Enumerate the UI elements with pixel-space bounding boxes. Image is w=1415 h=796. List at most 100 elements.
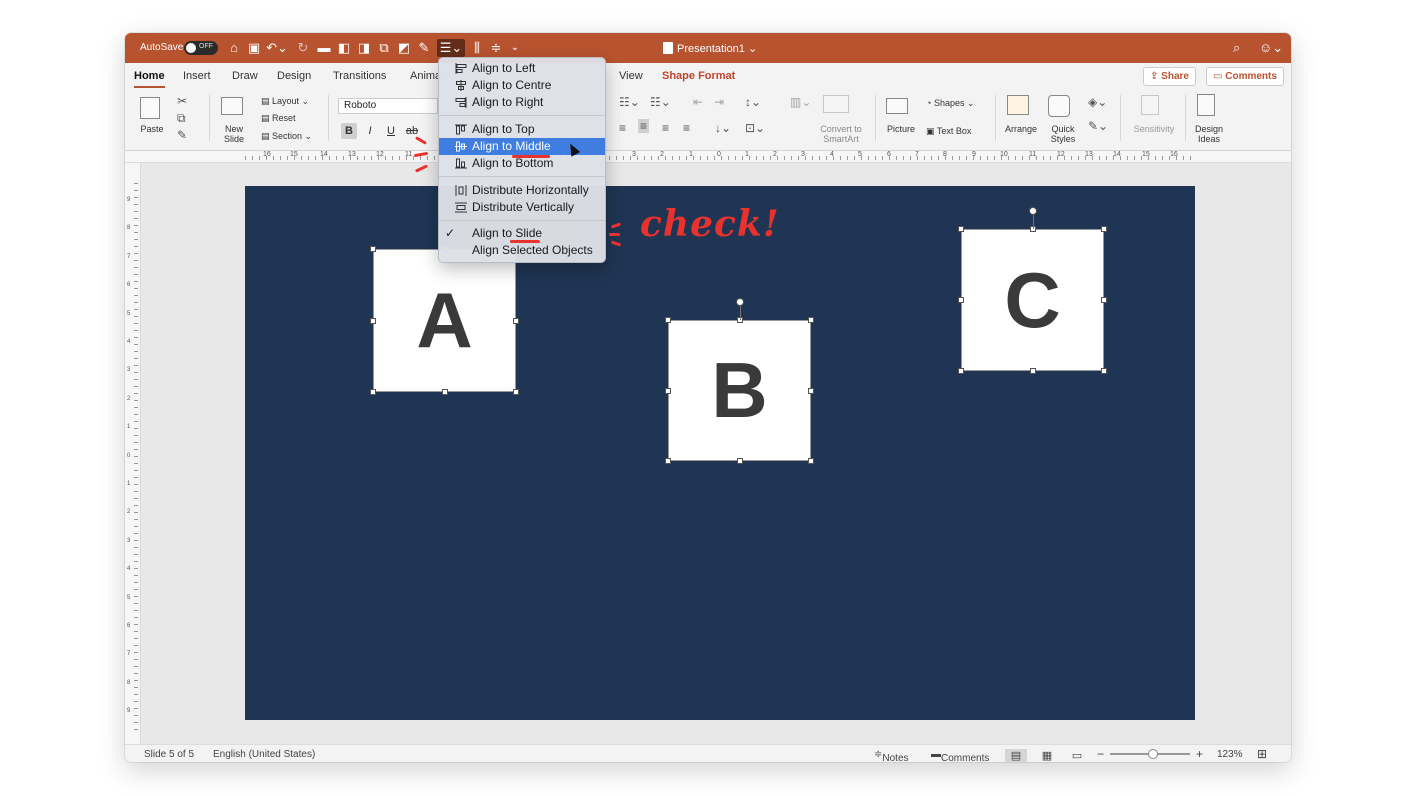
resize-handle[interactable] xyxy=(958,368,964,374)
resize-handle[interactable] xyxy=(808,458,814,464)
rotate-handle[interactable] xyxy=(735,298,744,306)
align-right-text-icon[interactable]: ≡ xyxy=(662,121,669,135)
normal-view-icon[interactable]: ▤ xyxy=(1005,749,1027,762)
menu-item-distribute-vertically[interactable]: Distribute Vertically xyxy=(439,199,605,216)
text-box-button[interactable]: ▣ Text Box xyxy=(926,126,971,136)
underline-button[interactable]: U xyxy=(383,123,399,139)
redo-icon[interactable]: ↻ xyxy=(295,39,311,57)
menu-item-align-left[interactable]: Align to Left xyxy=(439,60,605,77)
presenter-view-icon[interactable]: ▭ xyxy=(1066,749,1088,762)
resize-handle[interactable] xyxy=(665,387,671,394)
paste-icon[interactable] xyxy=(140,97,160,119)
resize-handle[interactable] xyxy=(1101,368,1107,374)
format-painter-icon[interactable]: ✎ xyxy=(177,128,187,142)
fit-to-window-icon[interactable]: ⊞ xyxy=(1257,747,1267,761)
copy-icon[interactable]: ⧉ xyxy=(177,111,186,126)
text-direction-icon[interactable]: ↓⌄ xyxy=(715,121,731,135)
tab-view[interactable]: View xyxy=(619,70,643,82)
resize-handle[interactable] xyxy=(370,246,376,252)
align-icon[interactable]: ☰⌄ xyxy=(437,39,465,57)
home-icon[interactable]: ⌂ xyxy=(226,39,242,57)
increase-indent-icon[interactable]: ⇥ xyxy=(714,95,724,109)
tab-animations[interactable]: Anima xyxy=(410,70,441,82)
resize-handle[interactable] xyxy=(808,317,814,323)
menu-item-align-selected-objects[interactable]: Align Selected Objects xyxy=(439,242,605,259)
rotate-handle[interactable] xyxy=(1028,207,1037,215)
resize-handle[interactable] xyxy=(513,389,519,395)
smiley-icon[interactable]: ☺⌄ xyxy=(1259,40,1283,56)
decrease-indent-icon[interactable]: ⇤ xyxy=(693,95,703,109)
tab-transitions[interactable]: Transitions xyxy=(333,70,386,82)
ungroup-icon[interactable]: ◩ xyxy=(397,39,411,57)
bring-forward-icon[interactable]: ◧ xyxy=(337,39,351,57)
resize-handle[interactable] xyxy=(958,297,964,303)
design-ideas-icon[interactable] xyxy=(1197,94,1215,116)
shape-b[interactable]: B xyxy=(668,320,811,461)
resize-handle[interactable] xyxy=(513,317,519,324)
shapes-button[interactable]: ◔ Shapes ⌄ xyxy=(926,98,975,108)
center-text-icon[interactable]: ≡ xyxy=(638,119,650,133)
picture-icon[interactable] xyxy=(886,98,908,114)
customize-qat-icon[interactable]: ⌄ xyxy=(509,39,521,57)
distribute-icon[interactable]: ⫼ xyxy=(469,39,485,57)
tab-home[interactable]: Home xyxy=(134,70,165,88)
resize-handle[interactable] xyxy=(370,317,376,324)
resize-handle[interactable] xyxy=(1101,297,1107,303)
shape-a[interactable]: A xyxy=(373,249,516,392)
columns-icon[interactable]: ▥⌄ xyxy=(790,95,811,109)
menu-item-align-top[interactable]: Align to Top xyxy=(439,121,605,138)
resize-handle[interactable] xyxy=(1101,226,1107,232)
tab-design[interactable]: Design xyxy=(277,70,311,82)
smartart-icon[interactable] xyxy=(823,95,849,113)
quick-styles-icon[interactable] xyxy=(1048,95,1070,117)
shape-c[interactable]: C xyxy=(961,229,1104,371)
bullets-icon[interactable]: ☷⌄ xyxy=(619,95,640,109)
zoom-in-button[interactable]: + xyxy=(1196,747,1203,761)
shape-outline-icon[interactable]: ✎⌄ xyxy=(1088,119,1108,133)
comments-status-button[interactable]: ▬ Comments xyxy=(931,749,989,762)
resize-handle[interactable] xyxy=(441,389,448,395)
menu-item-align-middle[interactable]: Align to Middle xyxy=(439,138,605,155)
notes-button[interactable]: ≑ Notes xyxy=(874,749,909,762)
tab-insert[interactable]: Insert xyxy=(183,70,211,82)
language-status[interactable]: English (United States) xyxy=(213,749,315,760)
bold-button[interactable]: B xyxy=(341,123,357,139)
search-icon[interactable]: ⌕ xyxy=(1233,40,1240,56)
resize-handle[interactable] xyxy=(665,458,671,464)
group-icon[interactable]: ⧉ xyxy=(377,39,391,57)
font-name-field[interactable]: Roboto xyxy=(338,98,438,114)
layout-button[interactable]: ▤ Layout ⌄ xyxy=(261,96,309,106)
slide-canvas[interactable]: A B C xyxy=(245,186,1195,720)
tab-shape-format[interactable]: Shape Format xyxy=(662,70,735,82)
arrange-icon[interactable] xyxy=(1007,95,1029,115)
resize-handle[interactable] xyxy=(808,387,814,394)
resize-handle[interactable] xyxy=(370,389,376,395)
line-icon[interactable]: ▬ xyxy=(317,39,331,57)
resize-handle[interactable] xyxy=(1029,368,1036,374)
shape-fill-icon[interactable]: ◈⌄ xyxy=(1088,95,1107,109)
resize-handle[interactable] xyxy=(665,317,671,323)
comments-button[interactable]: ▭ Comments xyxy=(1206,67,1284,86)
menu-item-align-right[interactable]: Align to Right xyxy=(439,94,605,111)
zoom-out-button[interactable]: − xyxy=(1097,747,1104,761)
menu-item-align-centre[interactable]: Align to Centre xyxy=(439,77,605,94)
align-left-text-icon[interactable]: ≡ xyxy=(619,121,626,135)
menu-item-distribute-horizontally[interactable]: Distribute Horizontally xyxy=(439,182,605,199)
cut-icon[interactable]: ✂ xyxy=(177,94,187,108)
justify-icon[interactable]: ≡ xyxy=(683,121,690,135)
resize-handle[interactable] xyxy=(736,458,743,464)
new-slide-icon[interactable] xyxy=(221,97,243,115)
sensitivity-icon[interactable] xyxy=(1141,95,1159,115)
line-spacing-icon[interactable]: ↕⌄ xyxy=(745,95,761,109)
section-button[interactable]: ▤ Section ⌄ xyxy=(261,131,312,141)
align-text-icon[interactable]: ⊡⌄ xyxy=(745,121,765,135)
format-painter-icon[interactable]: ✎ xyxy=(417,39,431,57)
slide-sorter-icon[interactable]: ▦ xyxy=(1036,749,1058,762)
send-backward-icon[interactable]: ◨ xyxy=(357,39,371,57)
numbering-icon[interactable]: ☷⌄ xyxy=(650,95,671,109)
zoom-level[interactable]: 123% xyxy=(1217,749,1243,760)
italic-button[interactable]: I xyxy=(362,123,378,139)
resize-handle[interactable] xyxy=(958,226,964,232)
autosave-toggle[interactable]: OFF xyxy=(184,41,218,55)
reset-button[interactable]: ▤ Reset xyxy=(261,113,296,123)
